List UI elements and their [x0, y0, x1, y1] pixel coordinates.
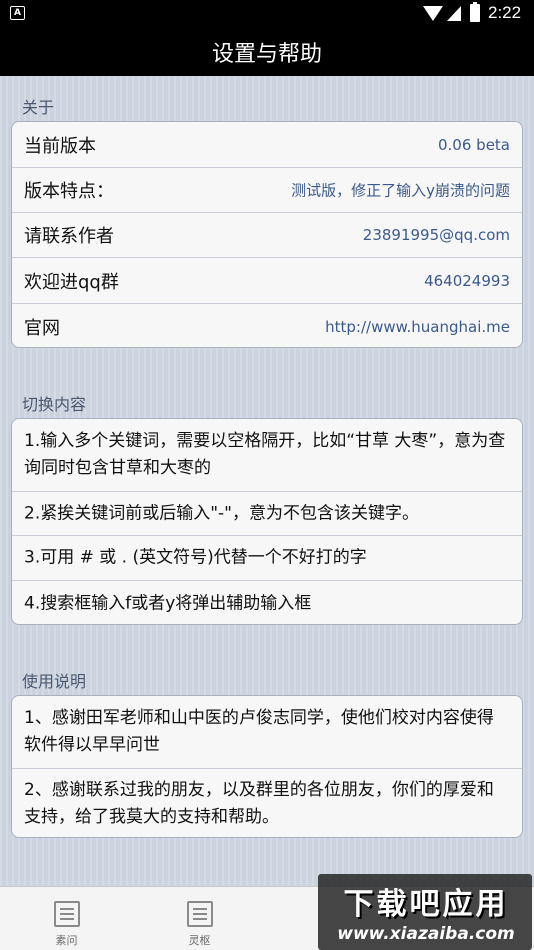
section-header-switch-content: 切换内容 — [22, 395, 87, 414]
list-item: 2.紧挨关键词前或后输入"-"，意为不包含该关键字。 — [12, 491, 522, 535]
row-label: 请联系作者 — [24, 226, 114, 247]
tab-label: 灵枢 — [188, 934, 211, 947]
status-bar: A 2:22 — [0, 0, 534, 28]
watermark-logo-text: 下载吧应用 — [343, 887, 509, 922]
list-item: 3.可用 # 或 . (英文符号)代替一个不好打的字 — [12, 535, 522, 580]
section-header-usage: 使用说明 — [22, 672, 87, 691]
usage-group: 1、感谢田军老师和山中医的卢俊志同学，使他们校对内容使得软件得以早早问世 2、感… — [11, 695, 523, 838]
about-row-qq-group[interactable]: 欢迎进qq群 464024993 — [12, 257, 522, 303]
list-item-text: 1、感谢田军老师和山中医的卢俊志同学，使他们校对内容使得软件得以早早问世 — [24, 708, 494, 755]
list-item: 1、感谢田军老师和山中医的卢俊志同学，使他们校对内容使得软件得以早早问世 — [12, 696, 522, 768]
row-label: 版本特点： — [24, 181, 114, 202]
list-item: 4.搜索框输入f或者y将弹出辅助输入框 — [12, 580, 522, 624]
about-row-contact[interactable]: 请联系作者 23891995@qq.com — [12, 212, 522, 257]
watermark-url: www.xiazaiba.com — [337, 924, 515, 944]
list-item-text: 2.紧挨关键词前或后输入"-"，意为不包含该关键字。 — [24, 503, 419, 523]
row-value: 测试版，修正了输入y崩溃的问题 — [291, 181, 510, 200]
about-row-website[interactable]: 官网 http://www.huanghai.me — [12, 303, 522, 347]
about-row-features: 版本特点： 测试版，修正了输入y崩溃的问题 — [12, 167, 522, 212]
tab-lingshu[interactable]: 灵枢 — [133, 887, 266, 950]
list-item-text: 2、感谢联系过我的朋友，以及群里的各位朋友，你们的厚爱和支持，给了我莫大的支持和… — [24, 780, 494, 827]
qq-group-number[interactable]: 464024993 — [424, 272, 510, 290]
website-link[interactable]: http://www.huanghai.me — [325, 318, 510, 336]
row-label: 欢迎进qq群 — [24, 271, 119, 293]
list-icon — [53, 901, 80, 927]
row-label: 官网 — [24, 317, 60, 339]
switch-content-group: 1.输入多个关键词，需要以空格隔开，比如“甘草 大枣”，意为查询同时包含甘草和大… — [11, 418, 523, 625]
row-value: 0.06 beta — [438, 135, 510, 154]
notification-icon: A — [10, 6, 25, 20]
list-item: 1.输入多个关键词，需要以空格隔开，比如“甘草 大枣”，意为查询同时包含甘草和大… — [12, 419, 522, 491]
section-header-about: 关于 — [22, 98, 55, 117]
tab-label: 素问 — [55, 934, 78, 947]
battery-icon — [470, 2, 480, 22]
signal-icon — [447, 6, 461, 21]
status-time: 2:22 — [488, 3, 522, 22]
list-item-text: 1.输入多个关键词，需要以空格隔开，比如“甘草 大枣”，意为查询同时包含甘草和大… — [24, 431, 506, 478]
page-title: 设置与帮助 — [0, 28, 534, 76]
row-label: 当前版本 — [24, 135, 96, 157]
about-group: 当前版本 0.06 beta 版本特点： 测试版，修正了输入y崩溃的问题 请联系… — [11, 121, 523, 348]
about-row-version: 当前版本 0.06 beta — [12, 122, 522, 167]
wifi-icon — [423, 6, 443, 21]
list-item: 2、感谢联系过我的朋友，以及群里的各位朋友，你们的厚爱和支持，给了我莫大的支持和… — [12, 768, 522, 837]
list-item-text: 4.搜索框输入f或者y将弹出辅助输入框 — [24, 593, 312, 613]
watermark-logo: 下载吧应用 www.xiazaiba.com — [318, 874, 532, 950]
list-icon — [186, 901, 213, 927]
tab-suwen[interactable]: 素问 — [0, 887, 133, 950]
contact-email[interactable]: 23891995@qq.com — [363, 226, 510, 244]
list-item-text: 3.可用 # 或 . (英文符号)代替一个不好打的字 — [24, 547, 367, 568]
